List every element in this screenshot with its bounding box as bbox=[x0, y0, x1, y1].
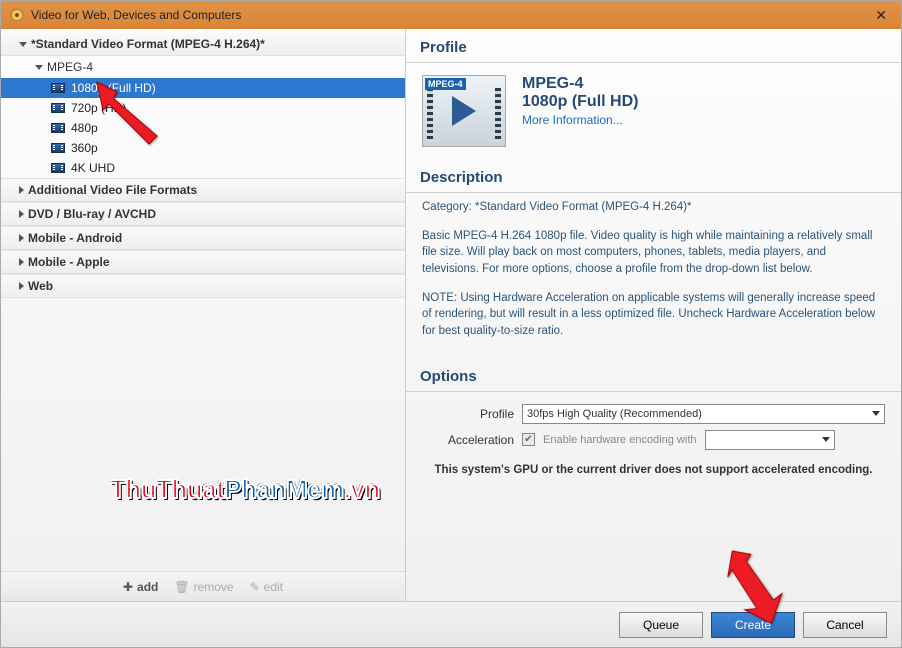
subcategory-mpeg4[interactable]: MPEG-4 bbox=[1, 56, 405, 78]
category-web[interactable]: Web bbox=[1, 274, 405, 298]
chevron-right-icon bbox=[19, 282, 24, 290]
tree-toolbar: ✚ add 🗑 remove ✎ edit bbox=[1, 571, 405, 601]
chevron-right-icon bbox=[19, 234, 24, 242]
chevron-down-icon bbox=[19, 42, 27, 47]
film-icon bbox=[51, 103, 65, 113]
film-icon bbox=[51, 143, 65, 153]
description-category: Category: *Standard Video Format (MPEG-4… bbox=[422, 199, 885, 216]
film-icon bbox=[51, 163, 65, 173]
format-label: 360p bbox=[71, 141, 98, 155]
profile-dropdown-label: Profile bbox=[422, 407, 514, 421]
chevron-right-icon bbox=[19, 258, 24, 266]
remove-label: remove bbox=[194, 580, 234, 594]
category-standard[interactable]: *Standard Video Format (MPEG-4 H.264)* bbox=[1, 33, 405, 56]
add-label: add bbox=[137, 580, 158, 594]
format-720p[interactable]: 720p (HD) bbox=[1, 98, 405, 118]
play-icon bbox=[452, 96, 476, 126]
remove-button[interactable]: 🗑 remove bbox=[174, 580, 233, 594]
queue-button[interactable]: Queue bbox=[619, 612, 703, 638]
format-360p[interactable]: 360p bbox=[1, 138, 405, 158]
format-label: 1080p (Full HD) bbox=[71, 81, 156, 95]
dialog-footer: Queue Create Cancel bbox=[1, 601, 901, 647]
more-info-link[interactable]: More Information... bbox=[522, 113, 623, 127]
format-480p[interactable]: 480p bbox=[1, 118, 405, 138]
category-label: Web bbox=[28, 279, 53, 293]
profile-thumbnail: MPEG-4 bbox=[422, 75, 506, 147]
format-label: 4K UHD bbox=[71, 161, 115, 175]
details-pane: Profile MPEG-4 MPEG-4 1080p (Full HD) Mo… bbox=[406, 29, 901, 601]
category-additional[interactable]: Additional Video File Formats bbox=[1, 178, 405, 202]
category-label: Mobile - Apple bbox=[28, 255, 110, 269]
pencil-icon: ✎ bbox=[250, 580, 260, 594]
format-label: 480p bbox=[71, 121, 98, 135]
description-text-2: NOTE: Using Hardware Acceleration on app… bbox=[422, 290, 885, 340]
category-dvd[interactable]: DVD / Blu-ray / AVCHD bbox=[1, 202, 405, 226]
format-4k[interactable]: 4K UHD bbox=[1, 158, 405, 178]
description-text-1: Basic MPEG-4 H.264 1080p file. Video qua… bbox=[422, 228, 885, 278]
format-tree-pane: *Standard Video Format (MPEG-4 H.264)* M… bbox=[1, 29, 406, 601]
profile-title: MPEG-4 bbox=[522, 75, 638, 93]
plus-icon: ✚ bbox=[123, 580, 133, 594]
encoder-dropdown[interactable] bbox=[705, 430, 835, 450]
edit-label: edit bbox=[264, 580, 283, 594]
chevron-down-icon bbox=[35, 65, 43, 70]
profile-dropdown-value: 30fps High Quality (Recommended) bbox=[527, 408, 702, 420]
close-button[interactable]: ✕ bbox=[869, 7, 893, 24]
film-icon bbox=[51, 123, 65, 133]
profile-subtitle: 1080p (Full HD) bbox=[522, 93, 638, 111]
category-apple[interactable]: Mobile - Apple bbox=[1, 250, 405, 274]
gpu-warning: This system's GPU or the current driver … bbox=[422, 456, 885, 484]
subcategory-label: MPEG-4 bbox=[47, 60, 93, 74]
options-heading: Options bbox=[406, 358, 901, 392]
profile-heading: Profile bbox=[406, 29, 901, 63]
acceleration-label: Acceleration bbox=[422, 433, 514, 447]
film-icon bbox=[51, 83, 65, 93]
profile-dropdown[interactable]: 30fps High Quality (Recommended) bbox=[522, 404, 885, 424]
category-label: *Standard Video Format (MPEG-4 H.264)* bbox=[31, 37, 265, 51]
titlebar: Video for Web, Devices and Computers ✕ bbox=[1, 1, 901, 29]
category-label: Additional Video File Formats bbox=[28, 183, 197, 197]
category-label: Mobile - Android bbox=[28, 231, 122, 245]
category-label: DVD / Blu-ray / AVCHD bbox=[28, 207, 156, 221]
acceleration-checkbox-label: Enable hardware encoding with bbox=[543, 434, 697, 446]
trash-icon: 🗑 bbox=[174, 580, 189, 594]
add-button[interactable]: ✚ add bbox=[123, 580, 158, 594]
chevron-right-icon bbox=[19, 210, 24, 218]
format-label: 720p (HD) bbox=[71, 101, 126, 115]
app-icon bbox=[9, 7, 25, 23]
chevron-down-icon bbox=[822, 437, 830, 442]
format-1080p[interactable]: 1080p (Full HD) bbox=[1, 78, 405, 98]
chevron-down-icon bbox=[872, 411, 880, 416]
acceleration-checkbox[interactable]: ✔ bbox=[522, 433, 535, 446]
create-button[interactable]: Create bbox=[711, 612, 795, 638]
cancel-button[interactable]: Cancel bbox=[803, 612, 887, 638]
codec-badge: MPEG-4 bbox=[425, 78, 466, 90]
window-title: Video for Web, Devices and Computers bbox=[31, 8, 241, 22]
edit-button[interactable]: ✎ edit bbox=[250, 580, 283, 594]
category-android[interactable]: Mobile - Android bbox=[1, 226, 405, 250]
chevron-right-icon bbox=[19, 186, 24, 194]
description-heading: Description bbox=[406, 159, 901, 193]
